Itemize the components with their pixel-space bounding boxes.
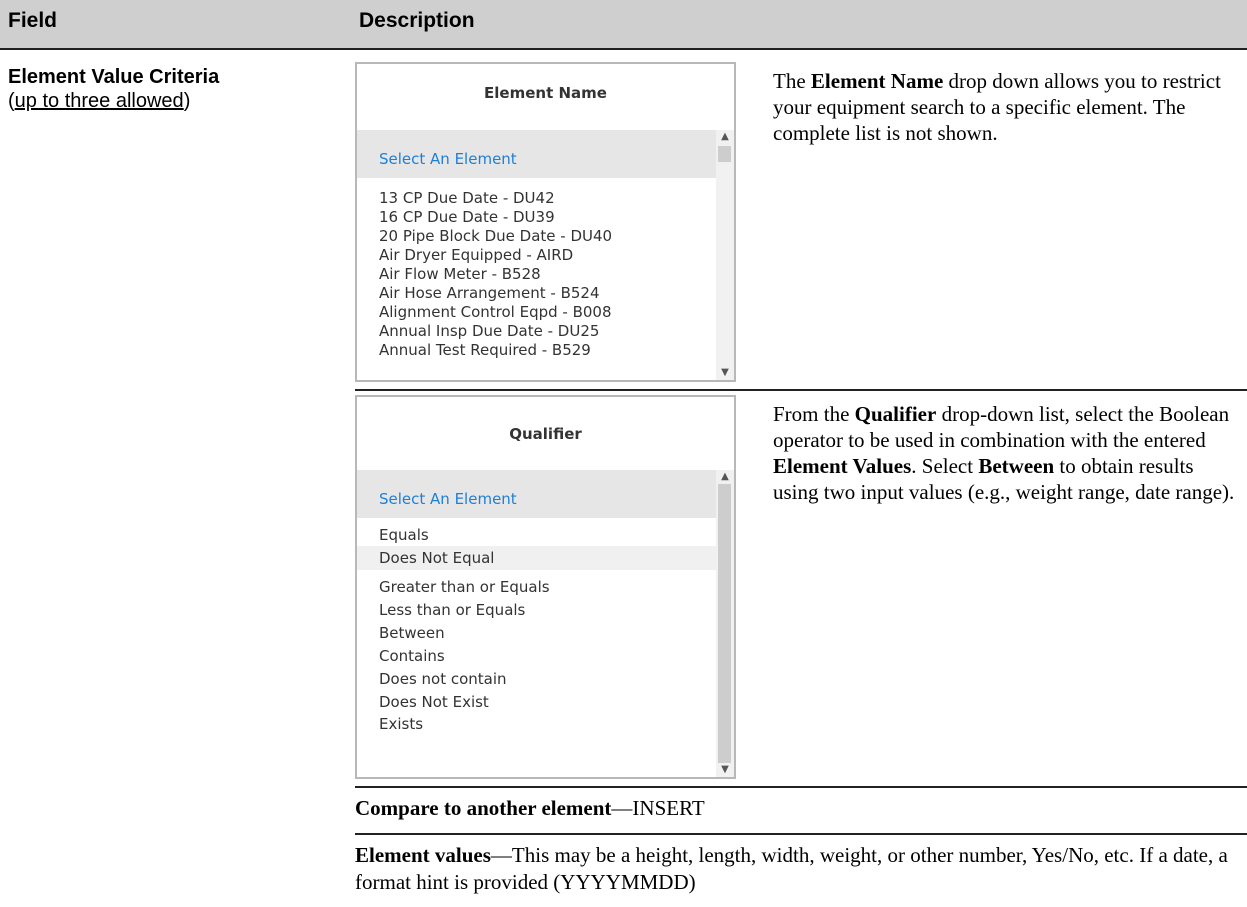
table-header: Field Description [0, 0, 1247, 50]
row-divider [355, 389, 1247, 391]
field-column-header: Field [8, 9, 58, 32]
qualifier-scrollbar[interactable]: ▲ ▼ [716, 470, 734, 777]
element-option[interactable]: 13 CP Due Date - DU42 [357, 189, 716, 208]
element-option[interactable]: Air Dryer Equipped - AIRD [357, 246, 716, 265]
element-option[interactable]: 16 CP Due Date - DU39 [357, 208, 716, 227]
element-option[interactable]: 20 Pipe Block Due Date - DU40 [357, 227, 716, 246]
field-name-note: (up to three allowed) [8, 90, 191, 112]
element-option[interactable]: Annual Test Required - B529 [357, 341, 716, 360]
row-divider [355, 833, 1247, 835]
element-name-scrollbar[interactable]: ▲ ▼ [716, 130, 734, 380]
qualifier-list[interactable]: Select An Element Equals Does Not Equal … [357, 470, 716, 777]
scroll-down-arrow-icon[interactable]: ▼ [716, 366, 734, 380]
qualifier-option[interactable]: Contains [357, 645, 716, 668]
row-divider [355, 786, 1247, 788]
element-values-text: Element values—This may be a height, len… [355, 843, 1228, 894]
element-option[interactable]: Air Flow Meter - B528 [357, 265, 716, 284]
qualifier-option[interactable]: Does Not Exist [357, 691, 716, 714]
compare-element-text: Compare to another element—INSERT [355, 796, 705, 820]
qualifier-option[interactable]: Less than or Equals [357, 599, 716, 622]
element-option[interactable]: Annual Insp Due Date - DU25 [357, 322, 716, 341]
qualifier-option[interactable]: Does not contain [357, 668, 716, 691]
scroll-up-arrow-icon[interactable]: ▲ [716, 470, 734, 484]
scrollbar-thumb[interactable] [718, 484, 731, 763]
scrollbar-thumb[interactable] [718, 146, 731, 162]
qualifier-option[interactable]: Exists [357, 714, 716, 734]
element-name-list[interactable]: Select An Element 13 CP Due Date - DU42 … [357, 130, 716, 380]
qualifier-description: From the Qualifier drop-down list, selec… [773, 402, 1235, 504]
qualifier-dropdown-panel: Qualifier Select An Element Equals Does … [355, 395, 736, 779]
qualifier-option[interactable]: Equals [357, 524, 716, 546]
field-name-cell: Element Value Criteria (up to three allo… [8, 65, 338, 113]
scroll-up-arrow-icon[interactable]: ▲ [716, 130, 734, 144]
qualifier-option-highlighted[interactable]: Does Not Equal [357, 546, 716, 570]
qualifier-option[interactable]: Greater than or Equals [357, 576, 716, 599]
element-name-selected[interactable]: Select An Element [357, 130, 716, 178]
qualifier-header: Qualifier [509, 425, 582, 443]
description-column-header: Description [359, 9, 475, 32]
scroll-down-arrow-icon[interactable]: ▼ [716, 763, 734, 777]
element-option[interactable]: Alignment Control Eqpd - B008 [357, 303, 716, 322]
element-name-header: Element Name [484, 84, 607, 102]
field-name-title: Element Value Criteria [8, 66, 220, 88]
element-name-description: The Element Name drop down allows you to… [773, 69, 1221, 145]
qualifier-option[interactable]: Between [357, 622, 716, 645]
element-option[interactable]: Air Hose Arrangement - B524 [357, 284, 716, 303]
qualifier-selected[interactable]: Select An Element [357, 470, 716, 518]
element-name-dropdown-panel: Element Name Select An Element 13 CP Due… [355, 62, 736, 382]
